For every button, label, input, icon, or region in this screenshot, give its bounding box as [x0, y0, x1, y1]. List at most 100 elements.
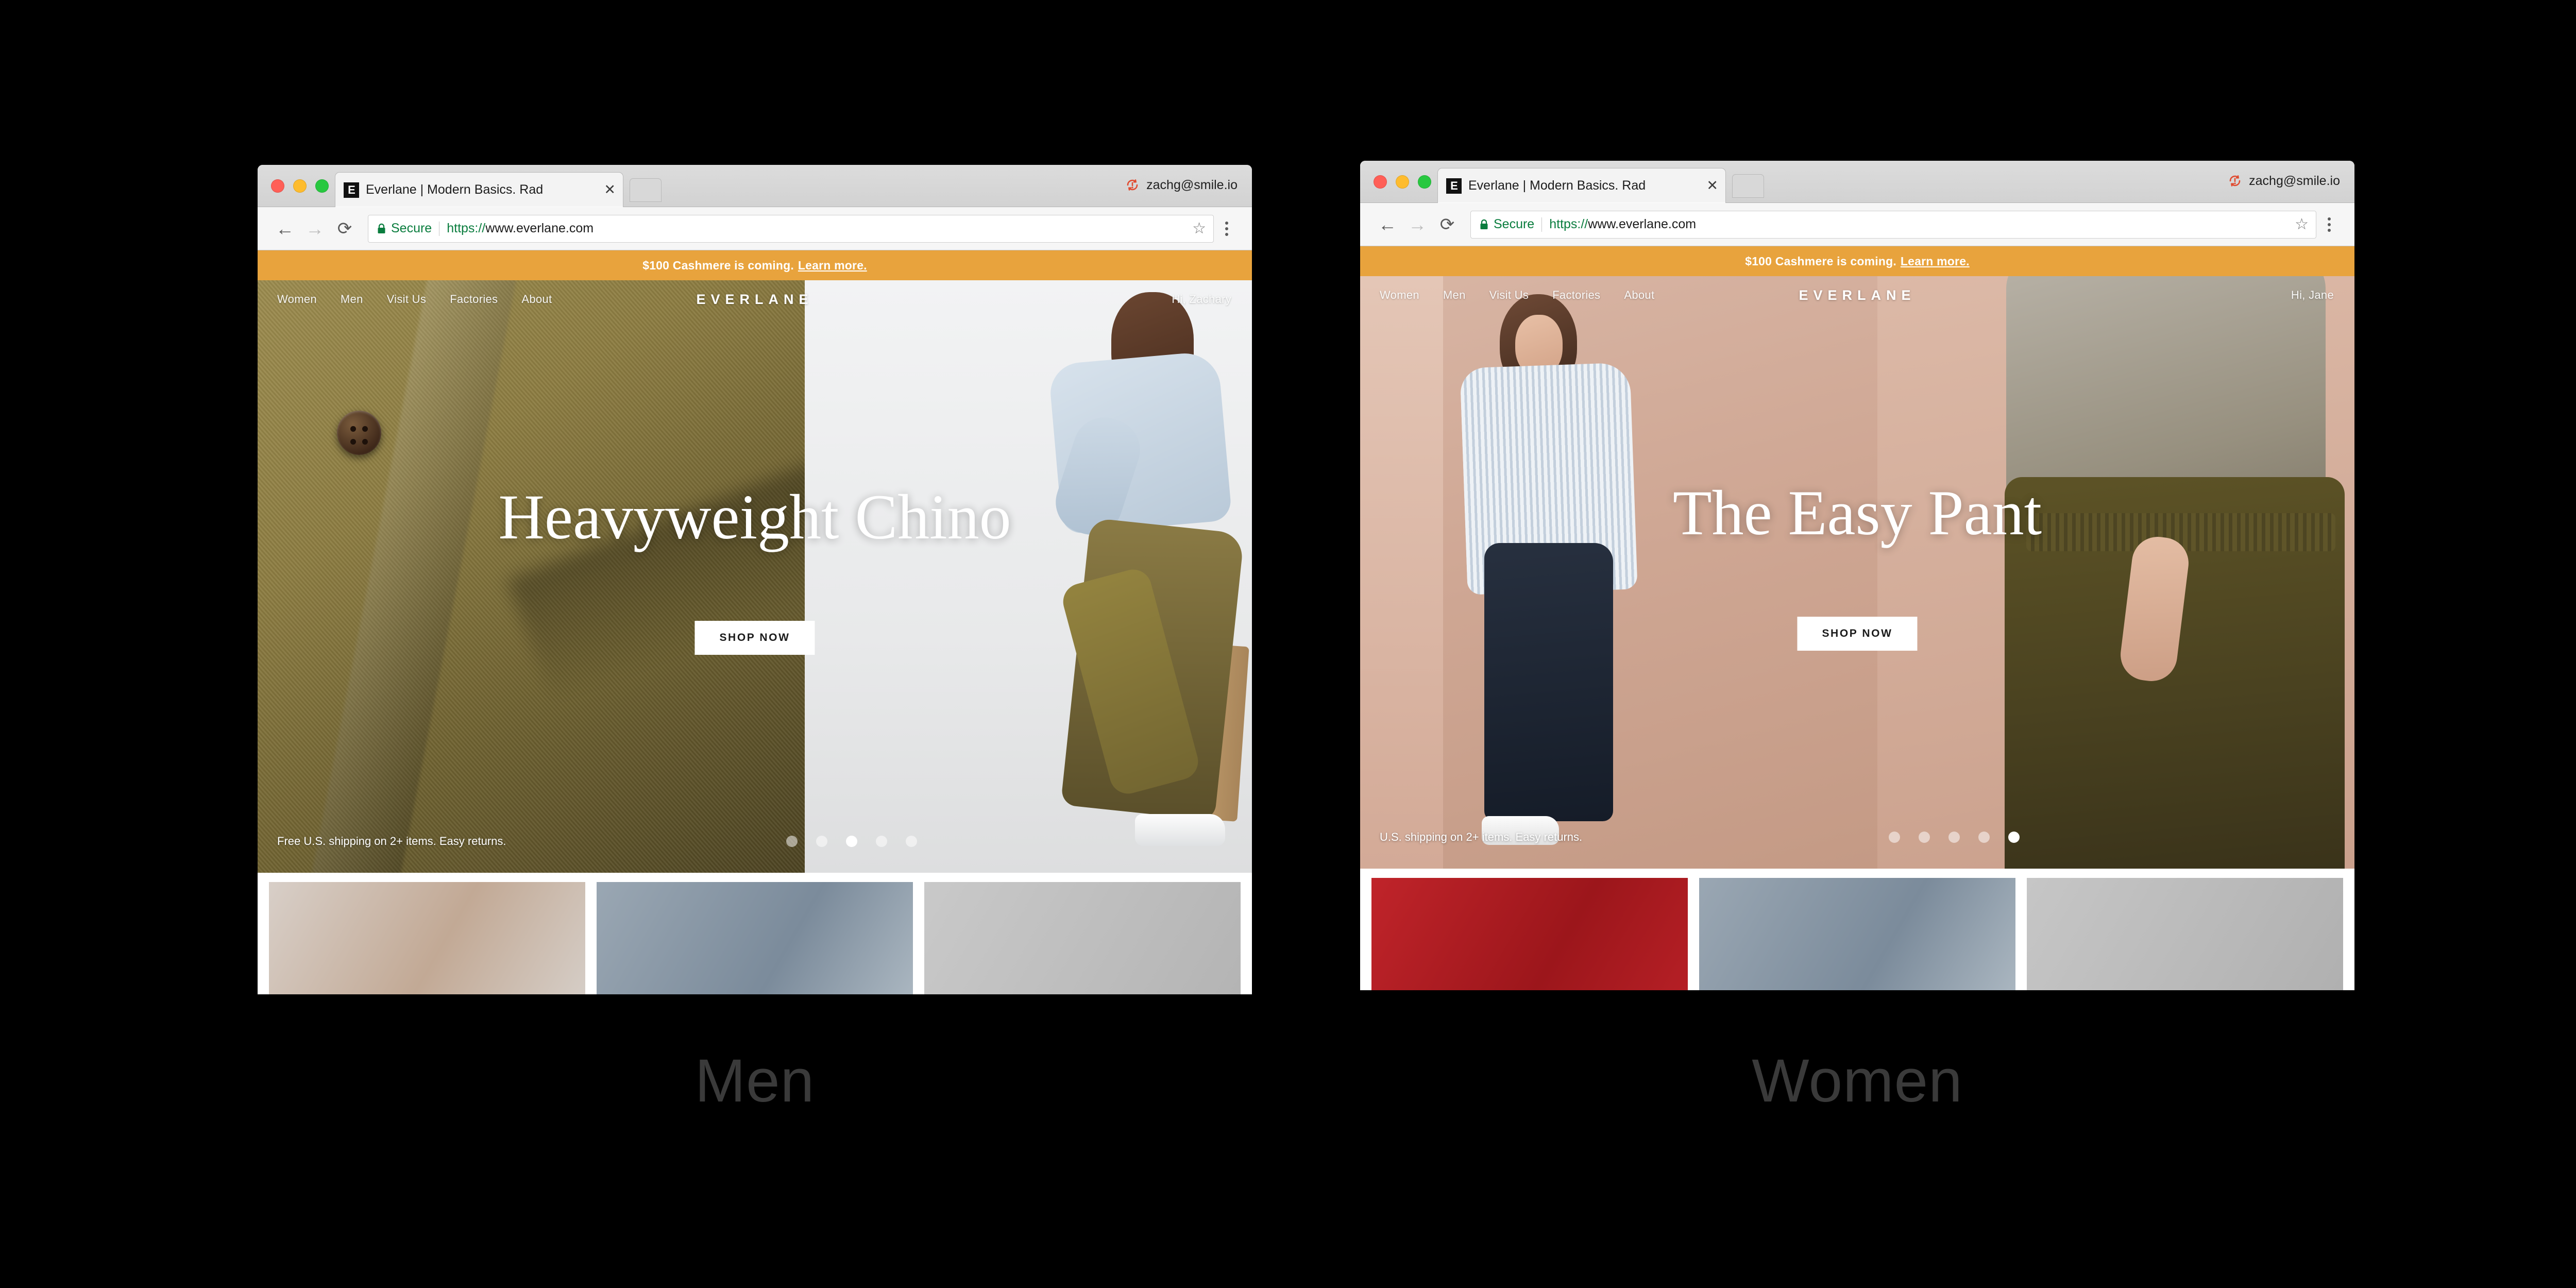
maximize-window-button[interactable]	[1418, 175, 1431, 189]
nav-item-women[interactable]: Women	[277, 293, 317, 306]
nav-item-factories[interactable]: Factories	[450, 293, 498, 306]
url-host: www.everlane.com	[1588, 217, 1697, 231]
secure-label: Secure	[1494, 217, 1535, 231]
nav-item-visit-us[interactable]: Visit Us	[387, 293, 427, 306]
model-navy-pant	[1484, 543, 1613, 821]
hero-headline: Heavyweight Chino	[498, 482, 1011, 552]
close-window-button[interactable]	[1374, 175, 1387, 189]
primary-nav: Women Men Visit Us Factories About	[277, 293, 552, 306]
carousel-dots-women	[1889, 832, 2020, 843]
shipping-note: U.S. shipping on 2+ items. Easy returns.	[1380, 831, 1583, 843]
kebab-menu-icon[interactable]	[1214, 219, 1240, 239]
site-navigation: Women Men Visit Us Factories About EVERL…	[258, 280, 1252, 318]
profile-area[interactable]: zachg@smile.io	[1125, 177, 1238, 193]
address-bar[interactable]: Secure https://www.everlane.com ☆	[1470, 210, 2316, 239]
address-bar[interactable]: Secure https://www.everlane.com ☆	[368, 214, 1214, 243]
bookmark-star-icon[interactable]: ☆	[1192, 221, 1206, 236]
carousel-dots-men	[786, 836, 918, 847]
reload-button[interactable]: ⟳	[330, 220, 360, 238]
minimize-window-button[interactable]	[293, 179, 307, 193]
browser-tab[interactable]: E Everlane | Modern Basics. Rad ✕	[1437, 168, 1726, 203]
profile-area[interactable]: zachg@smile.io	[2227, 173, 2340, 189]
traffic-lights	[271, 179, 329, 193]
back-button[interactable]: ←	[1372, 215, 1402, 234]
everlane-favicon-icon: E	[1446, 178, 1462, 194]
nav-item-men[interactable]: Men	[341, 293, 363, 306]
product-tile[interactable]	[2027, 878, 2343, 990]
everlane-favicon-icon: E	[344, 182, 359, 198]
reload-button[interactable]: ⟳	[1432, 216, 1462, 233]
web-page-men: $100 Cashmere is coming. Learn more. Wom…	[258, 250, 1252, 994]
browser-window-women: E Everlane | Modern Basics. Rad ✕ zachg@…	[1360, 161, 2354, 990]
promo-text: $100 Cashmere is coming.	[1745, 254, 1896, 268]
new-tab-button[interactable]	[630, 178, 662, 202]
comparison-stage: E Everlane | Modern Basics. Rad ✕ zachg@…	[0, 0, 2576, 1288]
url-scheme: https://	[447, 221, 486, 235]
minimize-window-button[interactable]	[1396, 175, 1409, 189]
greeting-label[interactable]: Hi, Zachary	[1172, 293, 1231, 306]
omnibox-divider	[1541, 217, 1543, 232]
url-text: https://www.everlane.com	[447, 221, 1192, 236]
shop-now-button[interactable]: SHOP NOW	[1797, 617, 1918, 651]
back-button[interactable]: ←	[270, 219, 300, 238]
carousel-dot[interactable]	[876, 836, 888, 847]
promo-learn-more-link[interactable]: Learn more.	[1901, 255, 1970, 268]
product-tiles-men	[258, 873, 1252, 994]
nav-item-visit-us[interactable]: Visit Us	[1489, 289, 1529, 302]
sync-error-icon[interactable]	[2227, 173, 2243, 189]
nav-item-factories[interactable]: Factories	[1552, 289, 1600, 302]
product-tile[interactable]	[1699, 878, 2015, 990]
promo-text: $100 Cashmere is coming.	[642, 258, 794, 272]
product-tile[interactable]	[597, 882, 913, 994]
trouser-button	[336, 411, 381, 455]
nav-item-women[interactable]: Women	[1380, 289, 1419, 302]
close-icon[interactable]: ✕	[601, 183, 616, 197]
product-tile[interactable]	[269, 882, 585, 994]
product-tile[interactable]	[924, 882, 1241, 994]
carousel-dot-active[interactable]	[846, 836, 858, 847]
tab-strip: E Everlane | Modern Basics. Rad ✕ zachg@…	[1360, 161, 2354, 203]
bookmark-star-icon[interactable]: ☆	[2295, 216, 2309, 232]
site-navigation: Women Men Visit Us Factories About EVERL…	[1360, 276, 2354, 314]
everlane-logo[interactable]: EVERLANE	[696, 292, 813, 308]
promo-learn-more-link[interactable]: Learn more.	[798, 259, 867, 273]
profile-email: zachg@smile.io	[2249, 173, 2340, 188]
carousel-dot[interactable]	[816, 836, 828, 847]
greeting-label[interactable]: Hi, Jane	[2291, 289, 2334, 302]
nav-item-men[interactable]: Men	[1443, 289, 1466, 302]
hero-carousel-women[interactable]: Women Men Visit Us Factories About EVERL…	[1360, 276, 2354, 869]
close-window-button[interactable]	[271, 179, 284, 193]
everlane-logo[interactable]: EVERLANE	[1799, 287, 1916, 303]
maximize-window-button[interactable]	[315, 179, 329, 193]
carousel-dot[interactable]	[906, 836, 918, 847]
profile-email: zachg@smile.io	[1146, 177, 1238, 192]
tab-strip: E Everlane | Modern Basics. Rad ✕ zachg@…	[258, 165, 1252, 207]
primary-nav: Women Men Visit Us Factories About	[1380, 289, 1654, 302]
web-page-women: $100 Cashmere is coming. Learn more. Wom…	[1360, 246, 2354, 990]
hero-carousel-men[interactable]: Women Men Visit Us Factories About EVERL…	[258, 280, 1252, 873]
kebab-menu-icon[interactable]	[2316, 215, 2342, 234]
browser-toolbar: ← → ⟳ Secure https://www.everlane.com ☆	[1360, 203, 2354, 246]
carousel-dot[interactable]	[1889, 832, 1901, 843]
carousel-dot[interactable]	[1948, 832, 1960, 843]
nav-item-about[interactable]: About	[1624, 289, 1654, 302]
url-host: www.everlane.com	[485, 221, 594, 235]
close-icon[interactable]: ✕	[1703, 179, 1718, 193]
shop-now-button[interactable]: SHOP NOW	[694, 621, 815, 655]
hero-image-easy-pant	[1877, 276, 2354, 869]
nav-item-about[interactable]: About	[521, 293, 552, 306]
carousel-dot[interactable]	[786, 836, 798, 847]
forward-button[interactable]: →	[1402, 215, 1432, 234]
carousel-dot[interactable]	[1919, 832, 1930, 843]
lock-icon	[1479, 219, 1489, 230]
browser-tab[interactable]: E Everlane | Modern Basics. Rad ✕	[335, 172, 623, 207]
product-tile[interactable]	[1371, 878, 1688, 990]
carousel-dot-active[interactable]	[2008, 832, 2020, 843]
forward-button[interactable]: →	[300, 219, 330, 238]
url-scheme: https://	[1549, 217, 1588, 231]
shipping-note: Free U.S. shipping on 2+ items. Easy ret…	[277, 835, 506, 848]
url-text: https://www.everlane.com	[1549, 217, 2295, 232]
sync-error-icon[interactable]	[1125, 177, 1140, 193]
new-tab-button[interactable]	[1732, 174, 1764, 198]
carousel-dot[interactable]	[1978, 832, 1990, 843]
